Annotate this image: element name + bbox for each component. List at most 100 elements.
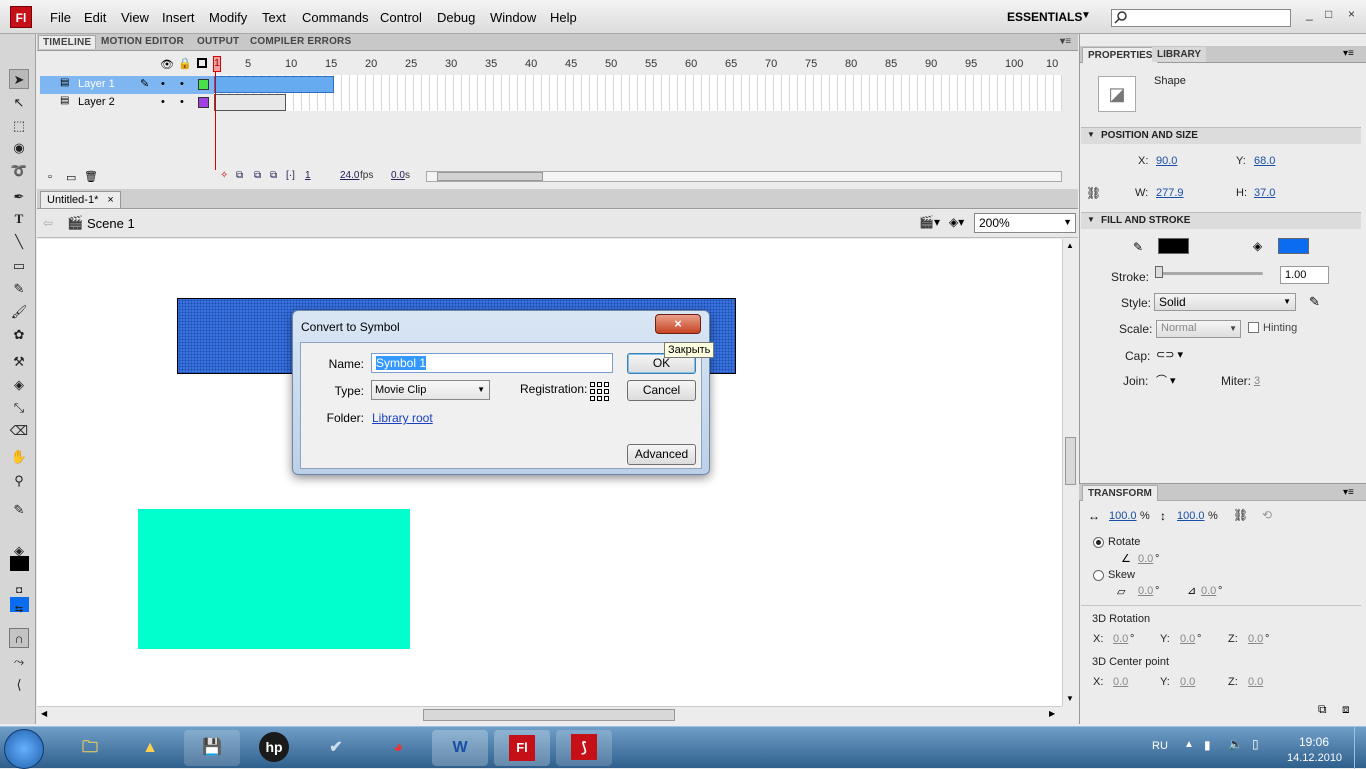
eyedropper-tool-icon[interactable]: ⤡ — [9, 398, 29, 418]
scene-name[interactable]: Scene 1 — [87, 216, 135, 231]
rot3d-y-value[interactable]: 0.0 — [1180, 633, 1195, 645]
scroll-thumb[interactable] — [437, 172, 543, 181]
swap-colors-icon[interactable]: ⇆ — [9, 600, 29, 620]
paint-bucket-tool-icon[interactable]: ◈ — [9, 375, 29, 395]
constrain-icon[interactable]: ⛓ — [1233, 508, 1248, 522]
default-colors-icon[interactable]: ◘ — [9, 581, 29, 601]
rectangle-tool-icon[interactable]: ▭ — [9, 256, 29, 276]
edit-scene-icon[interactable]: 🎬▾ — [919, 215, 940, 229]
tab-compiler-errors[interactable]: COMPILER ERRORS — [250, 36, 351, 47]
menu-debug[interactable]: Debug — [437, 10, 475, 25]
stroke-slider-thumb[interactable] — [1155, 266, 1163, 278]
reg-point[interactable] — [597, 396, 602, 401]
lock-dot[interactable]: • — [180, 78, 184, 90]
visibility-dot[interactable]: • — [161, 78, 165, 90]
clock-date[interactable]: 14.12.2010 — [1287, 752, 1342, 764]
onion-outline-icon[interactable]: ⧉ — [254, 170, 261, 181]
menu-text[interactable]: Text — [262, 10, 286, 25]
line-tool-icon[interactable]: ╲ — [9, 232, 29, 252]
edit-stroke-pencil-icon[interactable]: ✎ — [1309, 294, 1320, 310]
new-layer-icon[interactable]: ▫ — [48, 171, 52, 183]
close-button[interactable]: × — [1348, 7, 1355, 21]
timeline-hscroll[interactable] — [426, 171, 1062, 182]
panel-menu-icon[interactable]: ▾≡ — [1343, 487, 1354, 498]
folder-link[interactable]: Library root — [372, 411, 433, 425]
layer-outline-color[interactable] — [198, 79, 209, 90]
tab-timeline[interactable]: TIMELINE — [38, 35, 97, 49]
folder-icon[interactable]: 🗀 — [62, 730, 118, 766]
dialog-close-button[interactable]: × — [655, 314, 701, 334]
current-frame[interactable]: 1 — [305, 170, 311, 181]
menu-commands[interactable]: Commands — [302, 10, 368, 25]
visibility-dot[interactable]: • — [161, 96, 165, 108]
clock-time[interactable]: 19:06 — [1299, 735, 1329, 749]
stage-vscroll[interactable]: ▲ ▼ — [1062, 239, 1078, 706]
reg-point[interactable] — [604, 396, 609, 401]
scroll-left-icon[interactable]: ◀ — [41, 709, 47, 718]
layer-row-1[interactable]: ▤ Layer 1 ✎ • • — [40, 76, 214, 94]
panel-menu-icon[interactable]: ▾≡ — [1060, 36, 1071, 47]
reg-point[interactable] — [604, 389, 609, 394]
layer-name[interactable]: Layer 1 — [78, 78, 115, 90]
stage-hscroll[interactable]: ◀ ▶ — [37, 706, 1062, 723]
text-tool-icon[interactable]: T — [9, 209, 29, 229]
cap-select-icon[interactable]: ⊂⊃ ▾ — [1156, 348, 1183, 361]
layer-outline-color[interactable] — [198, 97, 209, 108]
rot3d-z-value[interactable]: 0.0 — [1248, 633, 1263, 645]
zoom-tool-icon[interactable]: ⚲ — [9, 471, 29, 491]
pen-tool-icon[interactable]: ✒ — [9, 187, 29, 207]
lasso-tool-icon[interactable]: ➰ — [9, 161, 29, 181]
y-value[interactable]: 68.0 — [1254, 155, 1275, 167]
hp-icon[interactable]: hp — [246, 730, 302, 766]
deco-tool-icon[interactable]: ✿ — [9, 325, 29, 345]
menu-control[interactable]: Control — [380, 10, 422, 25]
reg-point[interactable] — [590, 389, 595, 394]
network-icon[interactable]: ▮ — [1204, 738, 1211, 752]
fill-color-swatch[interactable] — [1278, 238, 1309, 254]
document-tab[interactable]: Untitled-1* × — [40, 191, 121, 208]
menu-insert[interactable]: Insert — [162, 10, 195, 25]
language-indicator[interactable]: RU — [1152, 740, 1168, 752]
stroke-color-swatch[interactable] — [1158, 238, 1189, 254]
onion-skin-icon[interactable]: ⧉ — [236, 170, 243, 181]
x-value[interactable]: 90.0 — [1156, 155, 1177, 167]
zoom-select[interactable]: 200% ▼ — [974, 213, 1076, 233]
stroke-style-select[interactable]: Solid ▼ — [1154, 293, 1296, 311]
layer1-frame-span[interactable] — [214, 76, 334, 93]
check-app-icon[interactable]: ✔ — [308, 730, 364, 766]
menu-view[interactable]: View — [121, 10, 149, 25]
rotate-radio[interactable] — [1093, 537, 1104, 548]
reset-transform-icon[interactable]: ⧈ — [1342, 702, 1350, 717]
scale-width-value[interactable]: 100.0 — [1109, 510, 1137, 522]
reg-point[interactable] — [590, 396, 595, 401]
h-value[interactable]: 37.0 — [1254, 187, 1275, 199]
menu-modify[interactable]: Modify — [209, 10, 247, 25]
layer2-frame-span[interactable] — [214, 94, 286, 111]
edit-symbols-icon[interactable]: ◈▾ — [949, 215, 964, 229]
symbol-type-select[interactable]: Movie Clip ▼ — [371, 380, 490, 400]
menu-edit[interactable]: Edit — [84, 10, 106, 25]
pencil-tool-icon[interactable]: ✎ — [9, 279, 29, 299]
menu-help[interactable]: Help — [550, 10, 577, 25]
center3d-y-value[interactable]: 0.0 — [1180, 676, 1195, 688]
menu-file[interactable]: File — [50, 10, 71, 25]
stroke-width-input[interactable]: 1.00 — [1280, 266, 1329, 284]
close-tab-icon[interactable]: × — [107, 194, 113, 206]
reg-point[interactable] — [604, 382, 609, 387]
tab-output[interactable]: OUTPUT — [197, 36, 239, 47]
scroll-thumb[interactable] — [423, 709, 675, 721]
stroke-slider[interactable] — [1157, 272, 1263, 275]
subselection-tool-icon[interactable]: ↖ — [9, 93, 29, 113]
advanced-button[interactable]: Advanced — [627, 444, 696, 465]
skew-v-value[interactable]: 0.0 — [1201, 585, 1216, 597]
tab-properties[interactable]: PROPERTIES — [1082, 47, 1159, 63]
bone-tool-icon[interactable]: ⚒ — [9, 352, 29, 372]
rot3d-x-value[interactable]: 0.0 — [1113, 633, 1128, 645]
cyan-rectangle[interactable] — [138, 509, 410, 649]
frames-grid[interactable] — [214, 75, 1062, 111]
outline-icon[interactable] — [197, 58, 207, 68]
center3d-z-value[interactable]: 0.0 — [1248, 676, 1263, 688]
registration-grid[interactable] — [590, 382, 609, 401]
reg-point[interactable] — [590, 382, 595, 387]
straighten-icon[interactable]: ⟨ — [9, 675, 29, 695]
